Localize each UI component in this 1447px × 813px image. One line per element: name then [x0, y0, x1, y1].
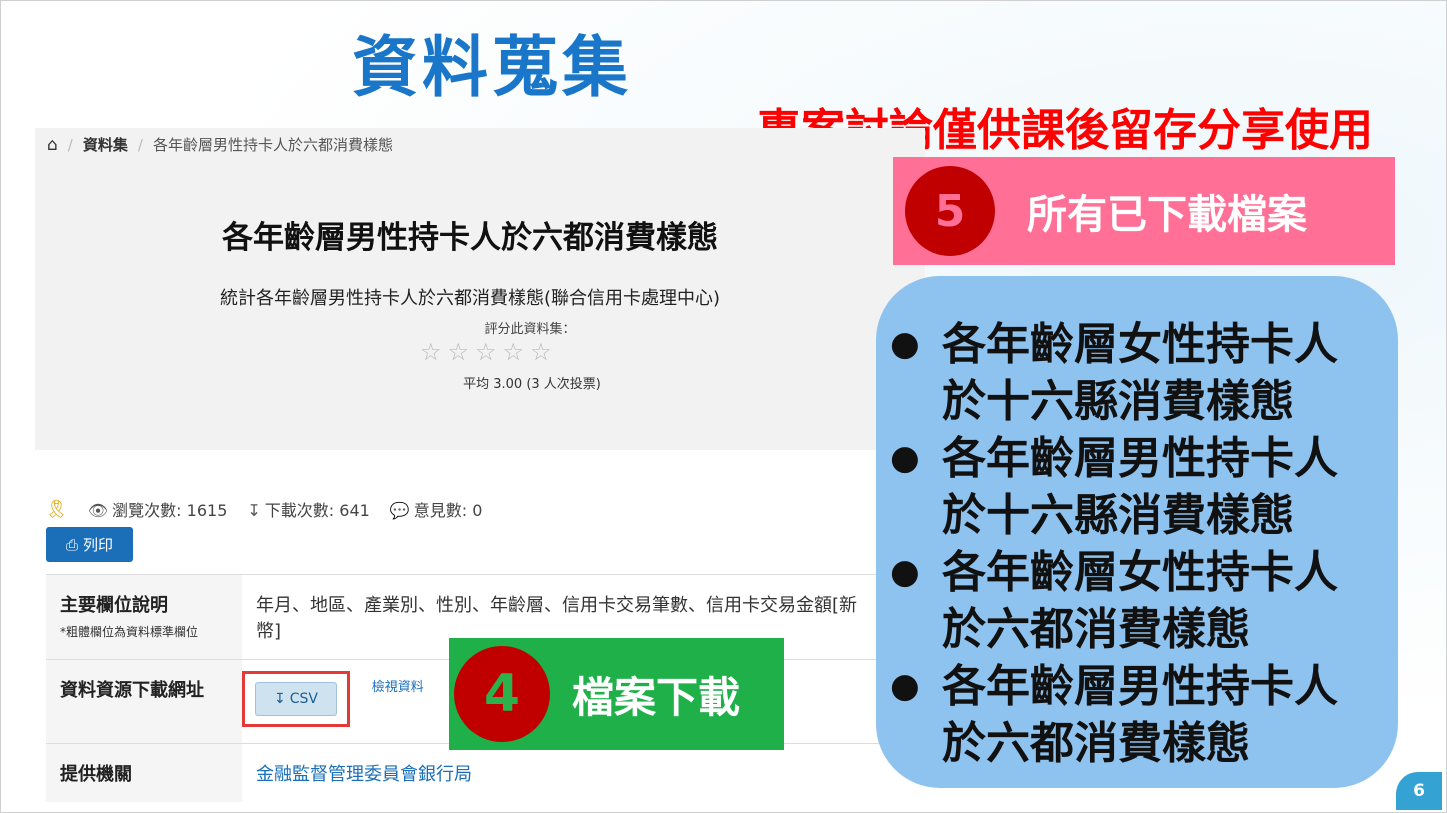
- field-description-note: *粗體欄位為資料標準欄位: [60, 625, 199, 639]
- view-count: 👁 瀏覽次數: 1615: [87, 501, 228, 520]
- dataset-title: 各年齡層男性持卡人於六都消費樣態: [222, 220, 718, 256]
- star-icon[interactable]: ☆: [420, 338, 442, 366]
- list-item: 各年齡層男性持卡人 於六都消費樣態: [890, 658, 1378, 772]
- comment-icon: 💬: [389, 501, 410, 520]
- download-count: ↧ 下載次數: 641: [247, 501, 370, 520]
- printer-icon: ⎙: [65, 535, 78, 554]
- home-icon[interactable]: ⌂: [47, 135, 58, 155]
- comment-count: 💬 意見數: 0: [389, 501, 483, 520]
- breadcrumb: ⌂ / 資料集 / 各年齡層男性持卡人於六都消費樣態: [47, 134, 393, 155]
- field-description-key: 主要欄位說明: [60, 595, 168, 616]
- step-number-badge: 5: [905, 166, 995, 256]
- download-url-key: 資料資源下載網址: [46, 659, 242, 744]
- csv-highlight-box: ↧ CSV: [242, 671, 350, 727]
- csv-download-button[interactable]: ↧ CSV: [255, 682, 337, 716]
- view-data-link[interactable]: 檢視資料: [372, 680, 424, 695]
- provider-link[interactable]: 金融監督管理委員會銀行局: [256, 764, 472, 785]
- rating-stars[interactable]: ☆ ☆ ☆ ☆ ☆: [420, 338, 552, 366]
- print-button[interactable]: ⎙ 列印: [46, 527, 133, 562]
- star-icon[interactable]: ☆: [530, 338, 552, 366]
- download-icon: ↧: [247, 501, 261, 520]
- step-number-badge: 4: [454, 646, 550, 742]
- medal-icon: 🎗: [45, 498, 68, 520]
- provider-key: 提供機關: [46, 743, 242, 802]
- download-icon: ↧: [274, 691, 286, 707]
- dataset-description: 統計各年齡層男性持卡人於六都消費樣態(聯合信用卡處理中心): [219, 288, 721, 309]
- callout-label: 檔案下載: [572, 672, 741, 722]
- callout-downloaded-files: 5 所有已下載檔案: [893, 157, 1395, 265]
- page-number: 6: [1396, 772, 1442, 810]
- downloaded-files-list: 各年齡層女性持卡人 於十六縣消費樣態 各年齡層男性持卡人 於十六縣消費樣態 各年…: [876, 276, 1398, 788]
- list-item: 各年齡層女性持卡人 於六都消費樣態: [890, 544, 1378, 658]
- star-icon[interactable]: ☆: [448, 338, 470, 366]
- slide-title: 資料蒐集: [352, 29, 632, 106]
- table-row: 提供機關 金融監督管理委員會銀行局: [46, 743, 924, 802]
- list-item: 各年齡層男性持卡人 於十六縣消費樣態: [890, 430, 1378, 544]
- dataset-stats: 🎗 👁 瀏覽次數: 1615 ↧ 下載次數: 641 💬 意見數: 0: [45, 497, 482, 521]
- breadcrumb-current: 各年齡層男性持卡人於六都消費樣態: [152, 136, 393, 154]
- breadcrumb-datasets[interactable]: 資料集: [83, 134, 128, 155]
- star-icon[interactable]: ☆: [475, 338, 497, 366]
- star-icon[interactable]: ☆: [503, 338, 525, 366]
- callout-file-download: 4 檔案下載: [449, 638, 784, 750]
- eye-icon: 👁: [87, 501, 109, 520]
- field-description-value: 年月、地區、產業別、性別、年齡層、信用卡交易筆數、信用卡交易金額[新: [256, 595, 858, 616]
- callout-label: 所有已下載檔案: [1027, 192, 1307, 238]
- list-item: 各年齡層女性持卡人 於十六縣消費樣態: [890, 316, 1378, 430]
